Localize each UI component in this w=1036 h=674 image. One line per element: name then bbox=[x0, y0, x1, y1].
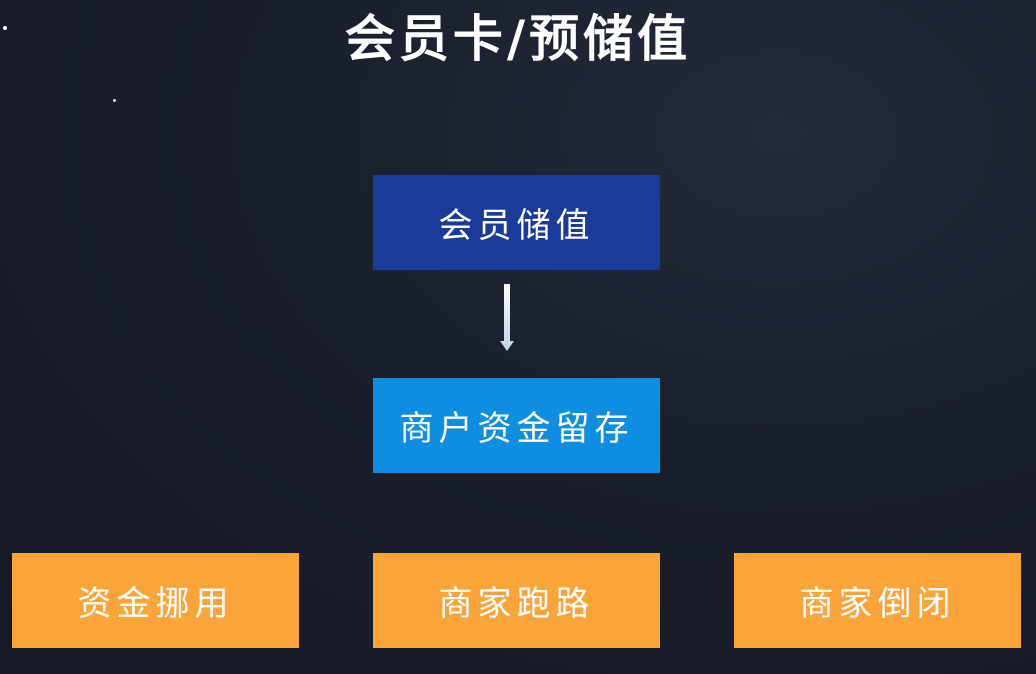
member-deposit-label: 会员储值 bbox=[438, 206, 595, 246]
risk-node-merchant-absconds: 商家跑路 bbox=[373, 553, 660, 648]
risk-node-fund-misuse: 资金挪用 bbox=[12, 553, 299, 648]
merchant-funds-node: 商户资金留存 bbox=[373, 378, 660, 473]
risk-label: 商家倒闭 bbox=[799, 584, 956, 624]
diagram-canvas: { "title": "会员卡/预储值", "nodes": { "member… bbox=[0, 0, 1036, 674]
risk-label: 商家跑路 bbox=[438, 584, 595, 624]
merchant-funds-label: 商户资金留存 bbox=[399, 409, 634, 449]
member-deposit-node: 会员储值 bbox=[373, 175, 660, 270]
risk-node-merchant-bankrupt: 商家倒闭 bbox=[734, 553, 1021, 648]
star-decoration bbox=[113, 99, 116, 102]
risk-label: 资金挪用 bbox=[77, 584, 234, 624]
down-arrow-icon bbox=[500, 284, 514, 351]
page-title: 会员卡/预储值 bbox=[344, 10, 692, 68]
